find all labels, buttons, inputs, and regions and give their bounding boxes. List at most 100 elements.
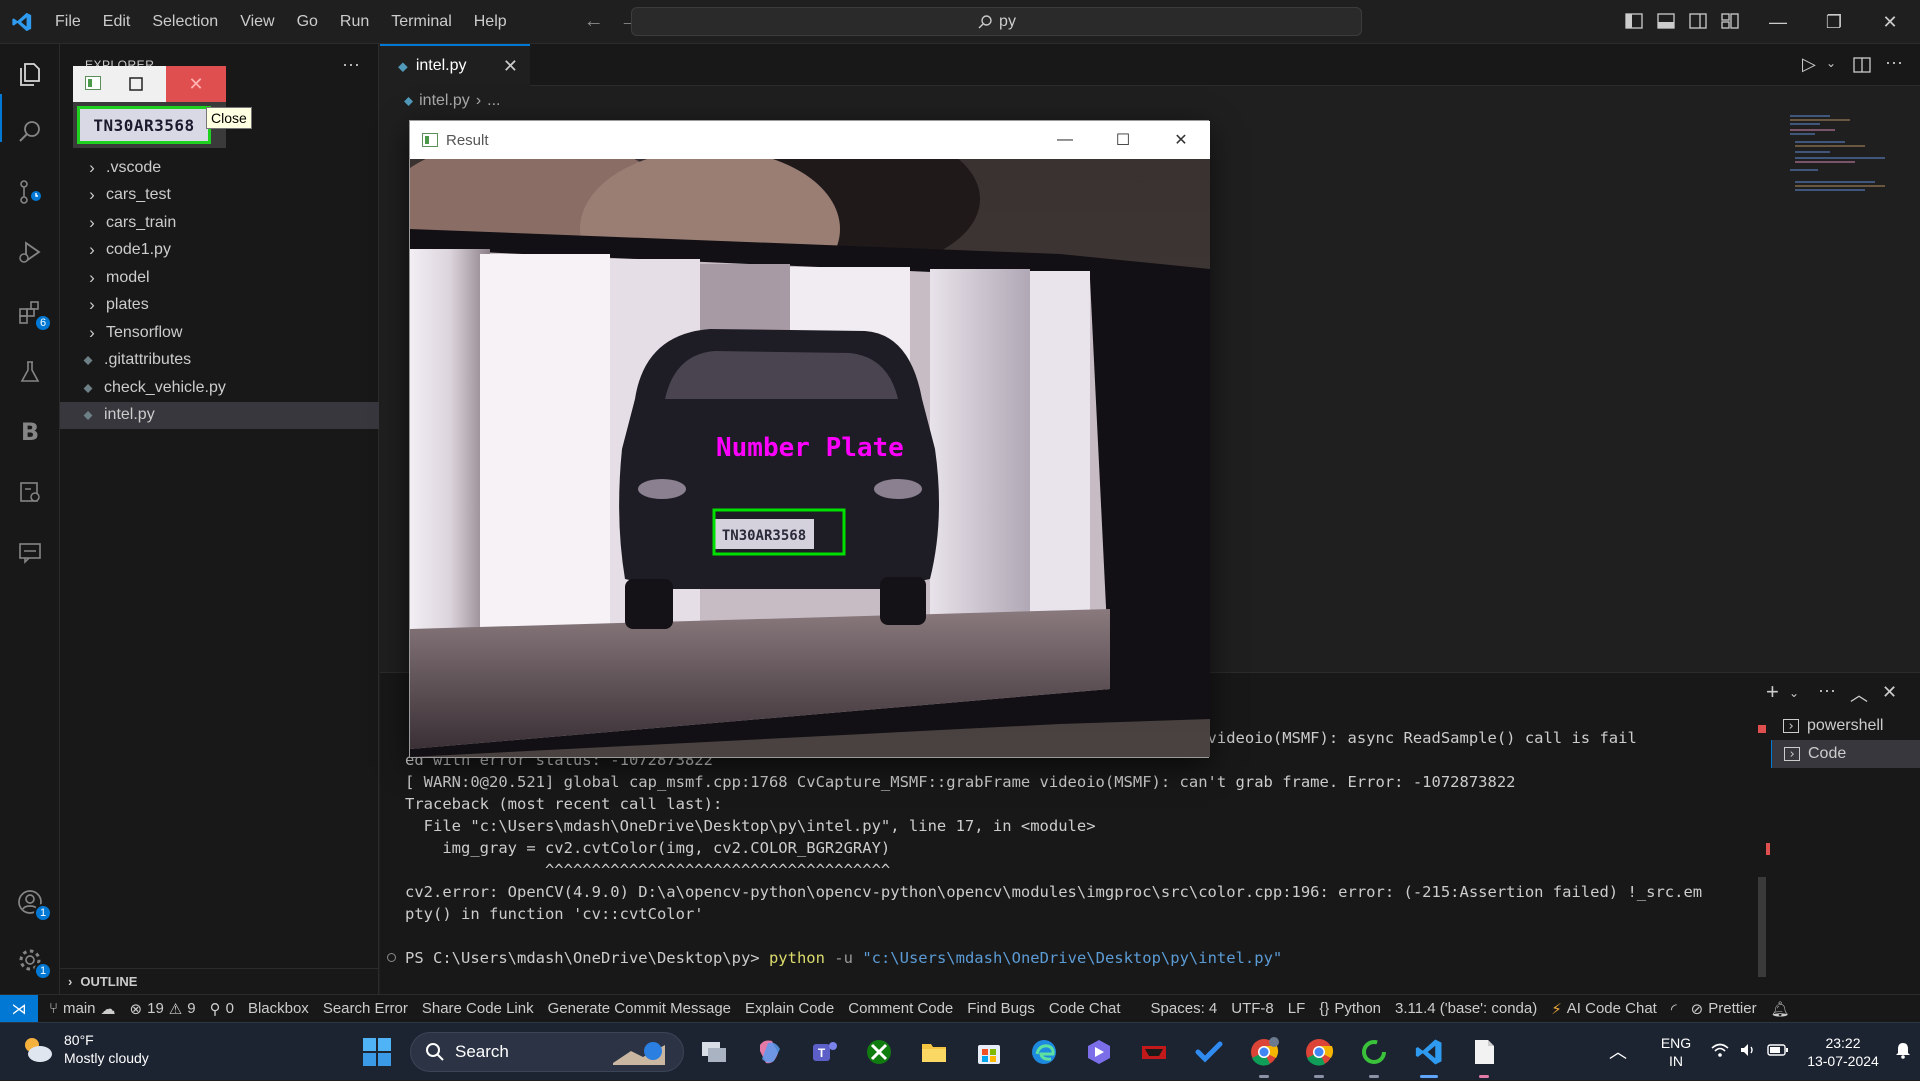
plate-crop-close-button[interactable]: ✕ xyxy=(166,66,226,102)
teams-icon[interactable]: T xyxy=(806,1034,842,1070)
tree-item[interactable]: › cars_train xyxy=(60,209,379,236)
tab-intel-py[interactable]: ⬥ intel.py ✕ xyxy=(380,44,530,86)
status-share-code-link[interactable]: Share Code Link xyxy=(415,1000,541,1017)
status-spaces[interactable]: Spaces: 4 xyxy=(1144,1000,1225,1017)
breadcrumb-file[interactable]: intel.py xyxy=(419,92,470,110)
terminal-tab-code[interactable]: › Code xyxy=(1771,740,1920,768)
extensions-icon[interactable]: 6 xyxy=(12,294,52,332)
result-window[interactable]: Result — ☐ ✕ Number Plate TN30AR3568 xyxy=(409,120,1210,758)
source-control-icon[interactable] xyxy=(12,174,48,210)
tree-item[interactable]: › .vscode xyxy=(60,154,379,181)
status-ai-code-chat[interactable]: ⚡ AI Code Chat xyxy=(1544,1000,1664,1018)
battery-icon[interactable] xyxy=(1762,1043,1794,1061)
breadcrumb-symbol[interactable]: ... xyxy=(487,92,500,110)
explorer-icon[interactable] xyxy=(12,56,48,92)
status-eol[interactable]: LF xyxy=(1281,1000,1313,1017)
close-window-icon[interactable]: ✕ xyxy=(1862,0,1918,44)
close-panel-icon[interactable]: ✕ xyxy=(1882,682,1897,703)
todo-checkmark-icon[interactable] xyxy=(1191,1034,1227,1070)
tab-close-icon[interactable]: ✕ xyxy=(503,56,518,77)
green-ring-app-icon[interactable] xyxy=(1356,1034,1392,1078)
toggle-panel-icon[interactable] xyxy=(1656,11,1676,31)
terminal-tab-powershell[interactable]: › powershell xyxy=(1771,712,1920,740)
accounts-icon[interactable]: 1 xyxy=(12,884,52,922)
menu-run[interactable]: Run xyxy=(329,0,380,44)
editor-more-actions-icon[interactable]: ··· xyxy=(1885,52,1903,73)
menu-edit[interactable]: Edit xyxy=(92,0,142,44)
copilot-icon[interactable] xyxy=(751,1034,787,1070)
search-view-icon[interactable] xyxy=(12,114,48,150)
microsoft-store-icon[interactable] xyxy=(971,1034,1007,1070)
remote-explorer-icon[interactable] xyxy=(12,474,48,510)
toggle-secondary-sidebar-icon[interactable] xyxy=(1688,11,1708,31)
new-terminal-plus-icon[interactable]: + xyxy=(1766,679,1779,705)
blackbox-b-icon[interactable]: B xyxy=(12,414,48,450)
status-find-bugs[interactable]: Find Bugs xyxy=(960,1000,1042,1017)
minimize-window-icon[interactable]: — xyxy=(1750,0,1806,44)
settings-gear-icon[interactable]: 1 xyxy=(12,942,52,980)
run-python-file-icon[interactable]: ▷ xyxy=(1802,54,1816,75)
remote-window-icon[interactable]: ⋊ xyxy=(0,994,38,1023)
maximize-icon[interactable] xyxy=(129,77,143,91)
status-language[interactable]: {} Python xyxy=(1312,1000,1388,1017)
notifications-bell-icon[interactable]: 🔔︎ xyxy=(1764,1000,1797,1018)
clock[interactable]: 23:22 13-07-2024 xyxy=(1800,1034,1886,1070)
volume-icon[interactable] xyxy=(1734,1042,1762,1062)
chrome-profile-icon[interactable] xyxy=(1246,1034,1282,1078)
menu-view[interactable]: View xyxy=(229,0,285,44)
minimap[interactable] xyxy=(1785,110,1905,210)
tree-item[interactable]: ⬥ .gitattributes xyxy=(60,347,379,374)
chrome-icon[interactable] xyxy=(1301,1034,1337,1078)
branch-status[interactable]: ⑂ main ☁ xyxy=(42,1000,123,1018)
tree-item[interactable]: › Tensorflow xyxy=(60,319,379,346)
tree-item[interactable]: › code1.py xyxy=(60,237,379,264)
status-encoding[interactable]: UTF-8 xyxy=(1224,1000,1281,1017)
task-view-icon[interactable] xyxy=(696,1034,732,1070)
panel-more-actions-icon[interactable]: ··· xyxy=(1818,680,1836,701)
vscode-taskbar-icon[interactable] xyxy=(1411,1034,1447,1078)
tree-item[interactable]: › model xyxy=(60,264,379,291)
xbox-icon[interactable] xyxy=(861,1034,897,1070)
chat-comment-icon[interactable] xyxy=(12,534,48,570)
notification-bell-icon[interactable] xyxy=(1886,1041,1920,1063)
windows-start-icon[interactable] xyxy=(359,1034,395,1070)
input-language[interactable]: ENG IN xyxy=(1646,1034,1706,1070)
menu-file[interactable]: File xyxy=(44,0,92,44)
outline-section[interactable]: › OUTLINE xyxy=(60,968,379,994)
run-debug-icon[interactable] xyxy=(12,234,48,270)
notepad-icon[interactable] xyxy=(1466,1034,1502,1078)
tree-item[interactable]: ⬥ intel.py xyxy=(60,401,379,429)
status-generate-commit[interactable]: Generate Commit Message xyxy=(541,1000,738,1017)
terminal-scrollbar[interactable] xyxy=(1758,877,1766,977)
menu-help[interactable]: Help xyxy=(463,0,518,44)
command-decoration-icon[interactable] xyxy=(387,953,396,962)
menu-selection[interactable]: Selection xyxy=(141,0,229,44)
menu-terminal[interactable]: Terminal xyxy=(380,0,462,44)
taskbar-search[interactable]: Search xyxy=(410,1032,684,1072)
status-search-error[interactable]: Search Error xyxy=(316,1000,415,1017)
menu-go[interactable]: Go xyxy=(286,0,329,44)
terminal-dropdown-chevron-icon[interactable]: ⌄ xyxy=(1789,686,1799,700)
power-automate-icon[interactable] xyxy=(1081,1034,1117,1070)
run-dropdown-chevron-icon[interactable]: ⌄ xyxy=(1826,56,1836,70)
testing-flask-icon[interactable] xyxy=(12,354,48,390)
status-blackbox[interactable]: Blackbox xyxy=(241,1000,316,1017)
edge-browser-icon[interactable] xyxy=(1026,1034,1062,1070)
result-minimize-icon[interactable]: — xyxy=(1036,121,1094,159)
status-code-chat[interactable]: Code Chat xyxy=(1042,1000,1128,1017)
status-comment-code[interactable]: Comment Code xyxy=(841,1000,960,1017)
show-hidden-icons-chevron-icon[interactable]: ︿ xyxy=(1598,1043,1638,1061)
result-maximize-icon[interactable]: ☐ xyxy=(1094,121,1152,159)
result-close-icon[interactable]: ✕ xyxy=(1152,121,1210,159)
restore-window-icon[interactable]: ❐ xyxy=(1806,0,1862,44)
tree-item[interactable]: › cars_test xyxy=(60,182,379,209)
problems-status[interactable]: ⊗ 19 ⚠ 9 xyxy=(123,1000,203,1018)
weather-widget[interactable]: 80°F Mostly cloudy xyxy=(20,1031,149,1067)
toggle-primary-sidebar-icon[interactable] xyxy=(1624,11,1644,31)
plate-crop-window[interactable]: ✕ TN30AR3568 xyxy=(73,66,226,148)
file-explorer-icon[interactable] xyxy=(916,1034,952,1070)
explorer-more-actions[interactable]: ··· xyxy=(342,54,360,75)
back-arrow-icon[interactable]: ← xyxy=(576,10,612,33)
split-editor-icon[interactable] xyxy=(1853,56,1871,74)
status-explain-code[interactable]: Explain Code xyxy=(738,1000,841,1017)
